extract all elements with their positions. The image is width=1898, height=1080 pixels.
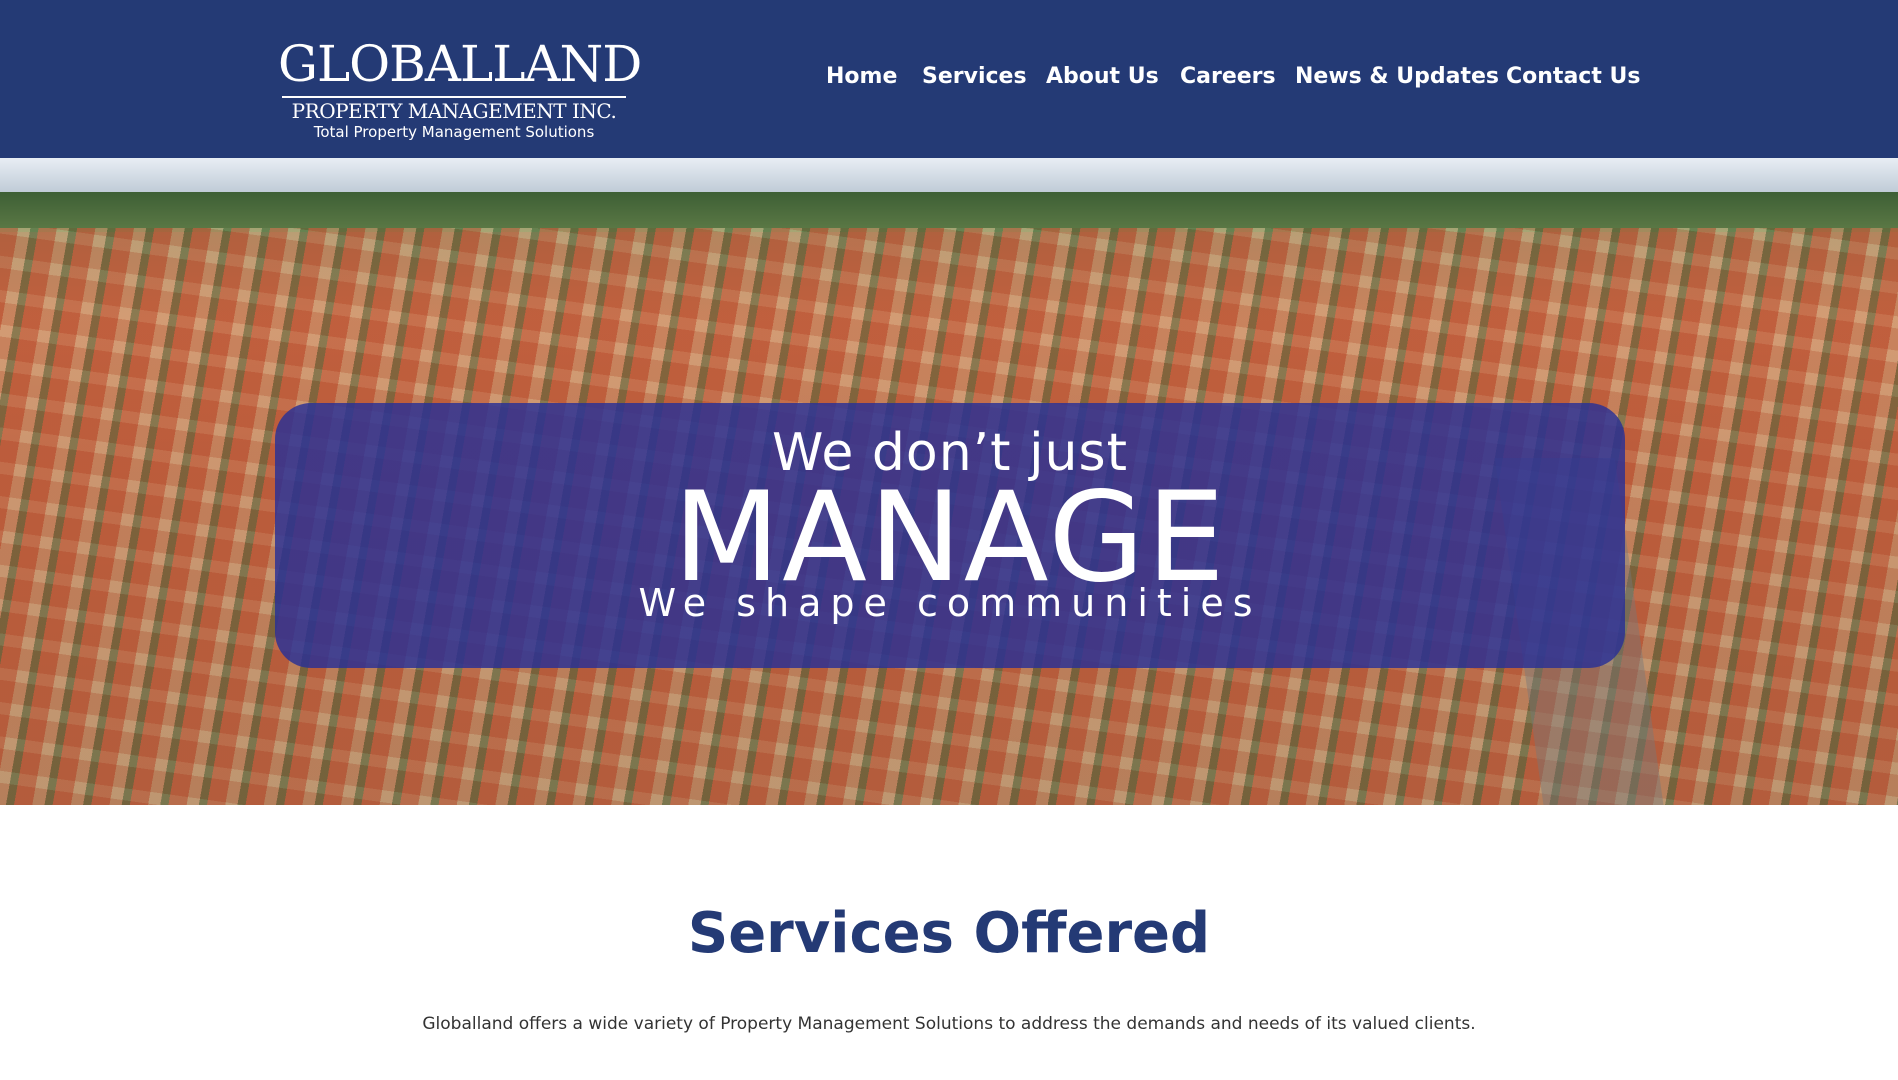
hero-message-panel: We don’t just MANAGE We shape communitie… <box>275 403 1625 668</box>
nav-news-updates[interactable]: News & Updates <box>1295 60 1499 94</box>
services-title: Services Offered <box>687 901 1211 966</box>
nav-careers[interactable]: Careers <box>1180 60 1276 94</box>
hero-line-3: We shape communities <box>638 581 1262 625</box>
nav-about-us[interactable]: About Us <box>1046 60 1159 94</box>
nav-home[interactable]: Home <box>826 60 897 94</box>
hero-treeline <box>0 192 1898 232</box>
globalland-logo[interactable]: GLOBALLAND PROPERTY MANAGEMENT INC. Tota… <box>278 12 642 148</box>
nav-contact-us[interactable]: Contact Us <box>1506 60 1640 94</box>
hero-banner: We don’t just MANAGE We shape communitie… <box>0 158 1898 805</box>
logo-company-name: PROPERTY MANAGEMENT INC. <box>291 99 617 123</box>
nav-services[interactable]: Services <box>922 60 1027 94</box>
logo-tagline: Total Property Management Solutions <box>313 123 595 141</box>
logo-wordmark: GLOBALLAND <box>278 35 642 93</box>
services-description: Globalland offers a wide variety of Prop… <box>422 1014 1476 1034</box>
site-header: GLOBALLAND PROPERTY MANAGEMENT INC. Tota… <box>0 0 1898 158</box>
